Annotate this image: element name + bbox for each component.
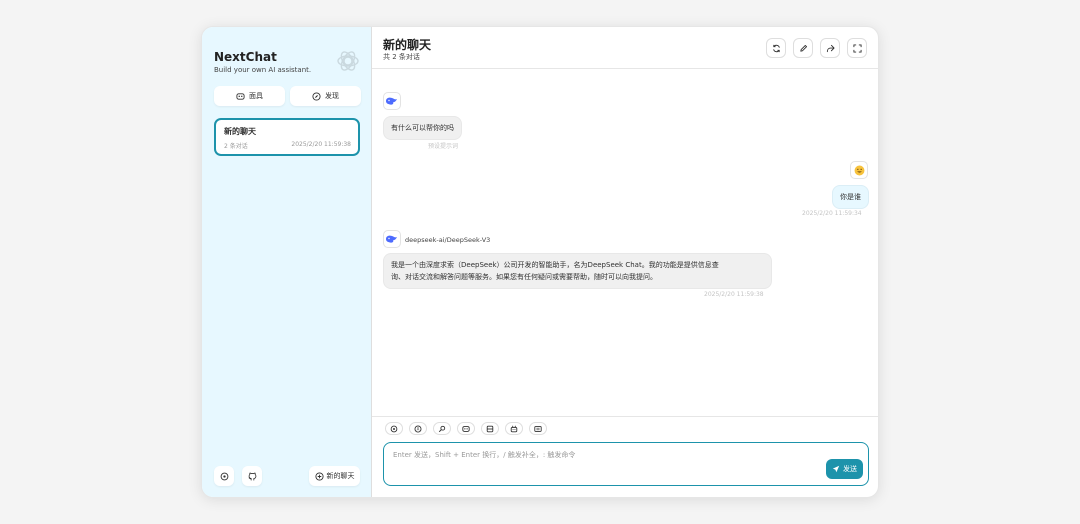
whale-icon — [385, 96, 399, 106]
preset-label: 预设提示词 — [428, 143, 459, 150]
settings-icon — [220, 472, 229, 481]
smiley-emoji-icon — [854, 165, 865, 176]
user-avatar — [850, 161, 868, 179]
chat-item-count: 2 条对话 — [224, 143, 248, 150]
chat-item-date: 2025/2/20 11:59:38 — [291, 141, 351, 148]
share-button[interactable] — [820, 38, 840, 58]
shortcut-button[interactable] — [529, 422, 547, 435]
mask-button[interactable]: 面具 — [214, 86, 285, 106]
openai-logo-icon — [336, 49, 360, 73]
prompt-button[interactable] — [433, 422, 451, 435]
mask-button-label: 面具 — [249, 92, 263, 100]
settings-button[interactable] — [214, 466, 234, 486]
new-chat-button[interactable]: 新的聊天 — [309, 466, 360, 486]
chat-item-title: 新的聊天 — [224, 127, 256, 136]
refresh-button[interactable] — [766, 38, 786, 58]
model-settings-button[interactable] — [385, 422, 403, 435]
chat-panel: 新的聊天 共 2 条对话 有什么可以帮你的吗 预设提示词 你是谁 2025/2/… — [372, 27, 878, 497]
svg-text:A: A — [417, 426, 420, 431]
brand-subtitle: Build your own AI assistant. — [214, 66, 312, 74]
discover-button[interactable]: 发现 — [290, 86, 361, 106]
composer-divider — [372, 416, 878, 417]
github-icon — [248, 472, 257, 481]
share-icon — [826, 44, 835, 53]
refresh-icon — [772, 44, 781, 53]
model-name: deepseek-ai/DeepSeek-V3 — [405, 236, 491, 244]
page-title[interactable]: 新的聊天 — [383, 36, 431, 53]
prompt-icon — [438, 425, 446, 433]
add-icon — [314, 471, 324, 481]
message-input-box — [383, 442, 869, 486]
whale-icon — [385, 234, 399, 244]
robot-button[interactable] — [505, 422, 523, 435]
bot-reply-line: 询、对话交流和解答问题等服务。如果您有任何疑问或需要帮助，随时可以向我提问。 — [391, 273, 657, 281]
bot-avatar — [383, 230, 401, 248]
theme-button[interactable]: A — [409, 422, 427, 435]
bot-message-reply: 我是一个由深度求索（DeepSeek）公司开发的智能助手，名为DeepSeek … — [383, 253, 772, 289]
edit-button[interactable] — [793, 38, 813, 58]
send-icon — [832, 465, 840, 473]
mask-icon — [236, 92, 245, 101]
keyboard-icon — [534, 425, 542, 433]
discover-button-label: 发现 — [325, 92, 339, 100]
bot-reply-time: 2025/2/20 11:59:38 — [704, 291, 764, 298]
fullscreen-button[interactable] — [847, 38, 867, 58]
new-chat-label: 新的聊天 — [326, 472, 355, 480]
message-input[interactable] — [384, 443, 868, 485]
chat-header: 新的聊天 共 2 条对话 — [372, 27, 878, 69]
mask-tool-button[interactable] — [457, 422, 475, 435]
mask-icon — [462, 425, 470, 433]
pencil-icon — [799, 44, 808, 53]
github-button[interactable] — [242, 466, 262, 486]
message-count: 共 2 条对话 — [383, 53, 420, 61]
break-icon — [486, 425, 494, 433]
user-message: 你是谁 — [832, 185, 869, 209]
send-button[interactable]: 发送 — [826, 459, 863, 479]
robot-icon — [510, 425, 518, 433]
send-label: 发送 — [843, 465, 857, 473]
settings-icon — [390, 425, 398, 433]
bot-message-greeting: 有什么可以帮你的吗 — [383, 116, 462, 140]
sidebar: NextChat Build your own AI assistant. 面具… — [202, 27, 372, 497]
bot-reply-line: 我是一个由深度求索（DeepSeek）公司开发的智能助手，名为DeepSeek … — [391, 261, 719, 269]
app-window: NextChat Build your own AI assistant. 面具… — [201, 26, 879, 498]
chat-list-item[interactable]: 新的聊天 2 条对话 2025/2/20 11:59:38 — [214, 118, 360, 156]
clear-context-button[interactable] — [481, 422, 499, 435]
bot-avatar — [383, 92, 401, 110]
compass-icon — [312, 91, 321, 101]
user-message-time: 2025/2/20 11:59:34 — [802, 210, 862, 217]
fullscreen-icon — [852, 43, 862, 53]
auto-theme-icon: A — [414, 425, 422, 433]
brand-title: NextChat — [214, 50, 277, 64]
